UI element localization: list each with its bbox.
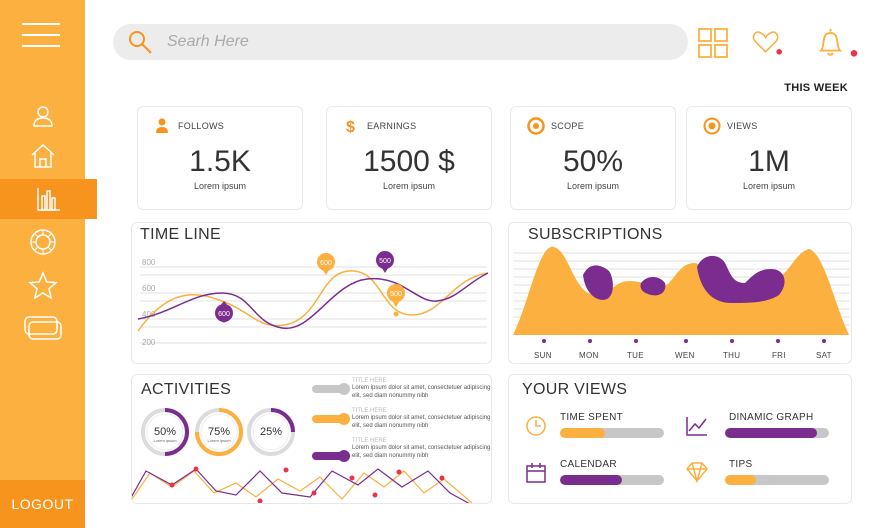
user-icon	[32, 106, 53, 127]
progress-ring: 50% Lorem ipsum	[141, 408, 189, 456]
progress-fill	[560, 428, 605, 438]
stat-card-follows: FOLLOWS 1.5K Lorem ipsum	[137, 106, 303, 210]
day-label: WEN	[675, 351, 695, 360]
legend-text: Lorem ipsum dolor sit amet, consectetuer…	[352, 445, 491, 459]
diamond-icon	[686, 462, 708, 483]
y-tick-label: 600	[142, 284, 156, 293]
legend-text: Lorem ipsum dolor sit amet, consectetuer…	[352, 385, 491, 399]
stat-value: 1M	[748, 145, 790, 178]
stat-label: FOLLOWS	[178, 121, 225, 131]
bar-chart-icon	[36, 188, 60, 211]
grid-icon[interactable]	[697, 27, 729, 59]
progress-bar	[560, 475, 664, 485]
ring-percent: 75%	[208, 426, 230, 438]
stat-subtitle: Lorem ipsum	[566, 181, 620, 191]
day-label: SUN	[534, 351, 552, 360]
sidebar-item-home[interactable]	[0, 136, 85, 176]
stat-value: 50%	[562, 145, 624, 178]
sidebar-item-profile[interactable]	[0, 96, 85, 136]
progress-bar	[725, 428, 829, 438]
view-label: TIPS	[729, 459, 753, 470]
progress-ring: 75% Lorem ipsum	[195, 408, 243, 456]
card-icon	[23, 316, 62, 340]
y-tick-label: 800	[142, 258, 156, 267]
day-label: TUE	[627, 351, 644, 360]
svg-text:$: $	[346, 119, 355, 135]
activity-line-purple	[132, 468, 470, 503]
svg-text:600: 600	[218, 311, 230, 318]
ring-subtitle: Lorem ipsum	[153, 438, 177, 443]
ring-percent: 25%	[260, 426, 282, 438]
progress-bar	[560, 428, 664, 438]
dollar-icon: $	[346, 119, 355, 135]
stat-label: SCOPE	[551, 121, 585, 131]
stat-value: 1500 $	[363, 145, 455, 178]
panel-title: YOUR VIEWS	[522, 381, 628, 398]
view-label: TIME SPENT	[560, 412, 624, 423]
area-orange	[513, 246, 849, 335]
subscriptions-chart	[513, 246, 849, 343]
stat-card-scope: SCOPE 50% Lorem ipsum	[510, 106, 676, 210]
svg-text:500: 500	[390, 291, 402, 298]
line-graph-icon	[686, 417, 707, 436]
logout-button[interactable]: LOGOUT	[0, 480, 85, 528]
day-label: FRI	[772, 351, 786, 360]
search-input[interactable]	[167, 33, 567, 51]
target-icon	[527, 117, 545, 135]
progress-bar	[725, 475, 829, 485]
svg-text:600: 600	[320, 260, 332, 267]
svg-text:500: 500	[379, 258, 391, 265]
home-icon	[30, 143, 55, 168]
subscriptions-panel: SUBSCRIPTIONS SUN MON TUE WEN THU FRI SA…	[508, 222, 852, 364]
sun-icon	[29, 229, 56, 255]
ring-percent: 50%	[154, 426, 176, 438]
progress-fill	[560, 475, 623, 485]
period-label: THIS WEEK	[784, 82, 848, 94]
stat-value: 1.5K	[189, 145, 251, 178]
clock-icon	[526, 416, 546, 436]
view-label: DINAMIC GRAPH	[729, 412, 814, 423]
your-views-panel: YOUR VIEWS TIME SPENT DINAMIC GRAPH CALE…	[508, 374, 852, 504]
timeline-panel: TIME LINE 800 600 400 200 600 600 500 50…	[131, 222, 492, 364]
day-label: THU	[723, 351, 741, 360]
stat-label: VIEWS	[727, 121, 758, 131]
stat-card-earnings: $ EARNINGS 1500 $ Lorem ipsum	[326, 106, 492, 210]
progress-ring: 25%	[247, 408, 295, 456]
marker-orange-high: 600	[317, 253, 335, 275]
legend-text: Lorem ipsum dolor sit amet, consectetuer…	[352, 415, 491, 429]
hamburger-menu-icon[interactable]	[22, 22, 60, 48]
stat-subtitle: Lorem ipsum	[193, 181, 247, 191]
legend-toggle-purple[interactable]	[312, 450, 350, 462]
day-label: MON	[579, 351, 599, 360]
stat-card-views: VIEWS 1M Lorem ipsum	[686, 106, 852, 210]
y-tick-label: 200	[142, 338, 156, 347]
star-icon	[27, 271, 58, 300]
view-label: CALENDAR	[560, 459, 617, 470]
sidebar-item-favorites[interactable]	[0, 266, 85, 306]
progress-fill	[725, 428, 817, 438]
legend-toggle-orange[interactable]	[312, 413, 350, 425]
sidebar: LOGOUT	[0, 0, 97, 528]
search-bar[interactable]	[113, 24, 688, 60]
bell-icon[interactable]	[814, 27, 862, 59]
sidebar-item-cards[interactable]	[0, 308, 85, 348]
legend-toggle-grey[interactable]	[312, 383, 350, 395]
stat-label: EARNINGS	[367, 121, 417, 131]
timeline-chart: 800 600 400 200 600 600 500 500	[137, 251, 489, 347]
marker-purple-high: 500	[376, 251, 394, 273]
sidebar-item-settings[interactable]	[0, 222, 85, 262]
heart-icon[interactable]	[752, 27, 784, 59]
day-label: SAT	[816, 351, 832, 360]
stat-subtitle: Lorem ipsum	[742, 181, 796, 191]
calendar-icon	[526, 463, 546, 483]
search-icon[interactable]	[127, 29, 153, 55]
user-icon	[156, 118, 168, 133]
stat-subtitle: Lorem ipsum	[382, 181, 436, 191]
activities-panel: ACTIVITIES 50% Lorem ipsum 75% Lorem ips…	[131, 374, 492, 504]
eye-icon	[703, 117, 721, 135]
sidebar-item-stats[interactable]	[0, 179, 97, 219]
progress-fill	[725, 475, 757, 485]
ring-subtitle: Lorem ipsum	[207, 438, 231, 443]
